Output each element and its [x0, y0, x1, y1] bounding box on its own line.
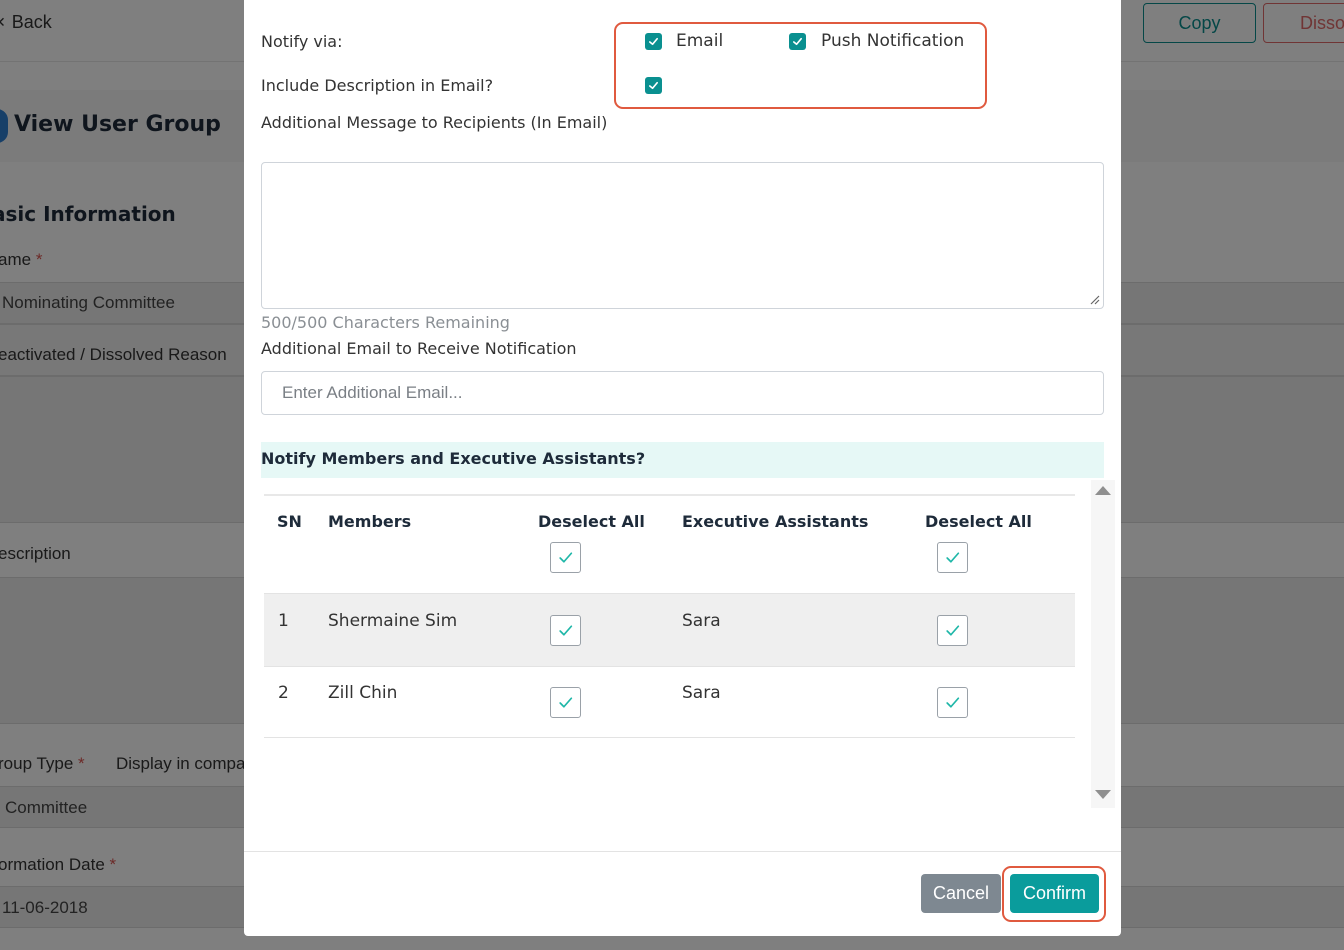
- table-scrollbar[interactable]: [1091, 480, 1115, 808]
- notification-modal: Notify via: Email Push Notification Incl…: [244, 0, 1121, 936]
- row-assistant-name: Sara: [682, 683, 721, 703]
- email-option-label: Email: [676, 31, 724, 51]
- row-assistant-name: Sara: [682, 611, 721, 631]
- notify-members-bar: Notify Members and Executive Assistants?: [261, 442, 1104, 478]
- additional-message-label: Additional Message to Recipients (In Ema…: [261, 113, 608, 132]
- check-icon: [559, 697, 573, 708]
- check-icon: [793, 37, 802, 46]
- check-icon: [649, 81, 658, 90]
- footer-divider: [244, 851, 1121, 852]
- header-assistants-deselect-all: Deselect All: [925, 512, 1032, 531]
- additional-email-input[interactable]: [261, 371, 1104, 415]
- resize-grip-icon[interactable]: [1088, 293, 1100, 305]
- members-select-all-checkbox[interactable]: [550, 542, 581, 573]
- table-divider: [264, 494, 1075, 496]
- header-executive-assistants: Executive Assistants: [682, 512, 869, 531]
- row-member-name: Zill Chin: [328, 683, 398, 703]
- cancel-button[interactable]: Cancel: [921, 874, 1001, 913]
- check-icon: [559, 552, 573, 563]
- member-checkbox[interactable]: [550, 615, 581, 646]
- table-row: 2 Zill Chin Sara: [264, 667, 1075, 739]
- table-row: 1 Shermaine Sim Sara: [264, 594, 1075, 666]
- check-icon: [559, 625, 573, 636]
- header-members: Members: [328, 512, 412, 531]
- scroll-down-arrow-icon[interactable]: [1095, 790, 1111, 799]
- row-sn: 1: [278, 611, 289, 631]
- row-divider: [264, 737, 1075, 738]
- include-description-checkbox[interactable]: [645, 77, 662, 94]
- check-icon: [946, 552, 960, 563]
- check-icon: [649, 37, 658, 46]
- row-sn: 2: [278, 683, 289, 703]
- assistant-checkbox[interactable]: [937, 687, 968, 718]
- notify-members-heading: Notify Members and Executive Assistants?: [261, 449, 646, 468]
- header-sn: SN: [277, 512, 302, 531]
- notify-via-label: Notify via:: [261, 32, 343, 51]
- check-icon: [946, 625, 960, 636]
- include-description-label: Include Description in Email?: [261, 76, 494, 95]
- push-notification-checkbox[interactable]: [789, 33, 806, 50]
- confirm-button[interactable]: Confirm: [1010, 874, 1099, 913]
- characters-remaining: 500/500 Characters Remaining: [261, 313, 510, 332]
- header-members-deselect-all: Deselect All: [538, 512, 645, 531]
- push-option-label: Push Notification: [821, 31, 965, 51]
- member-checkbox[interactable]: [550, 687, 581, 718]
- email-checkbox[interactable]: [645, 33, 662, 50]
- check-icon: [946, 697, 960, 708]
- additional-message-textarea[interactable]: [261, 162, 1104, 309]
- row-member-name: Shermaine Sim: [328, 611, 458, 631]
- assistant-checkbox[interactable]: [937, 615, 968, 646]
- scroll-up-arrow-icon[interactable]: [1095, 486, 1111, 495]
- additional-email-label: Additional Email to Receive Notification: [261, 339, 577, 358]
- assistants-select-all-checkbox[interactable]: [937, 542, 968, 573]
